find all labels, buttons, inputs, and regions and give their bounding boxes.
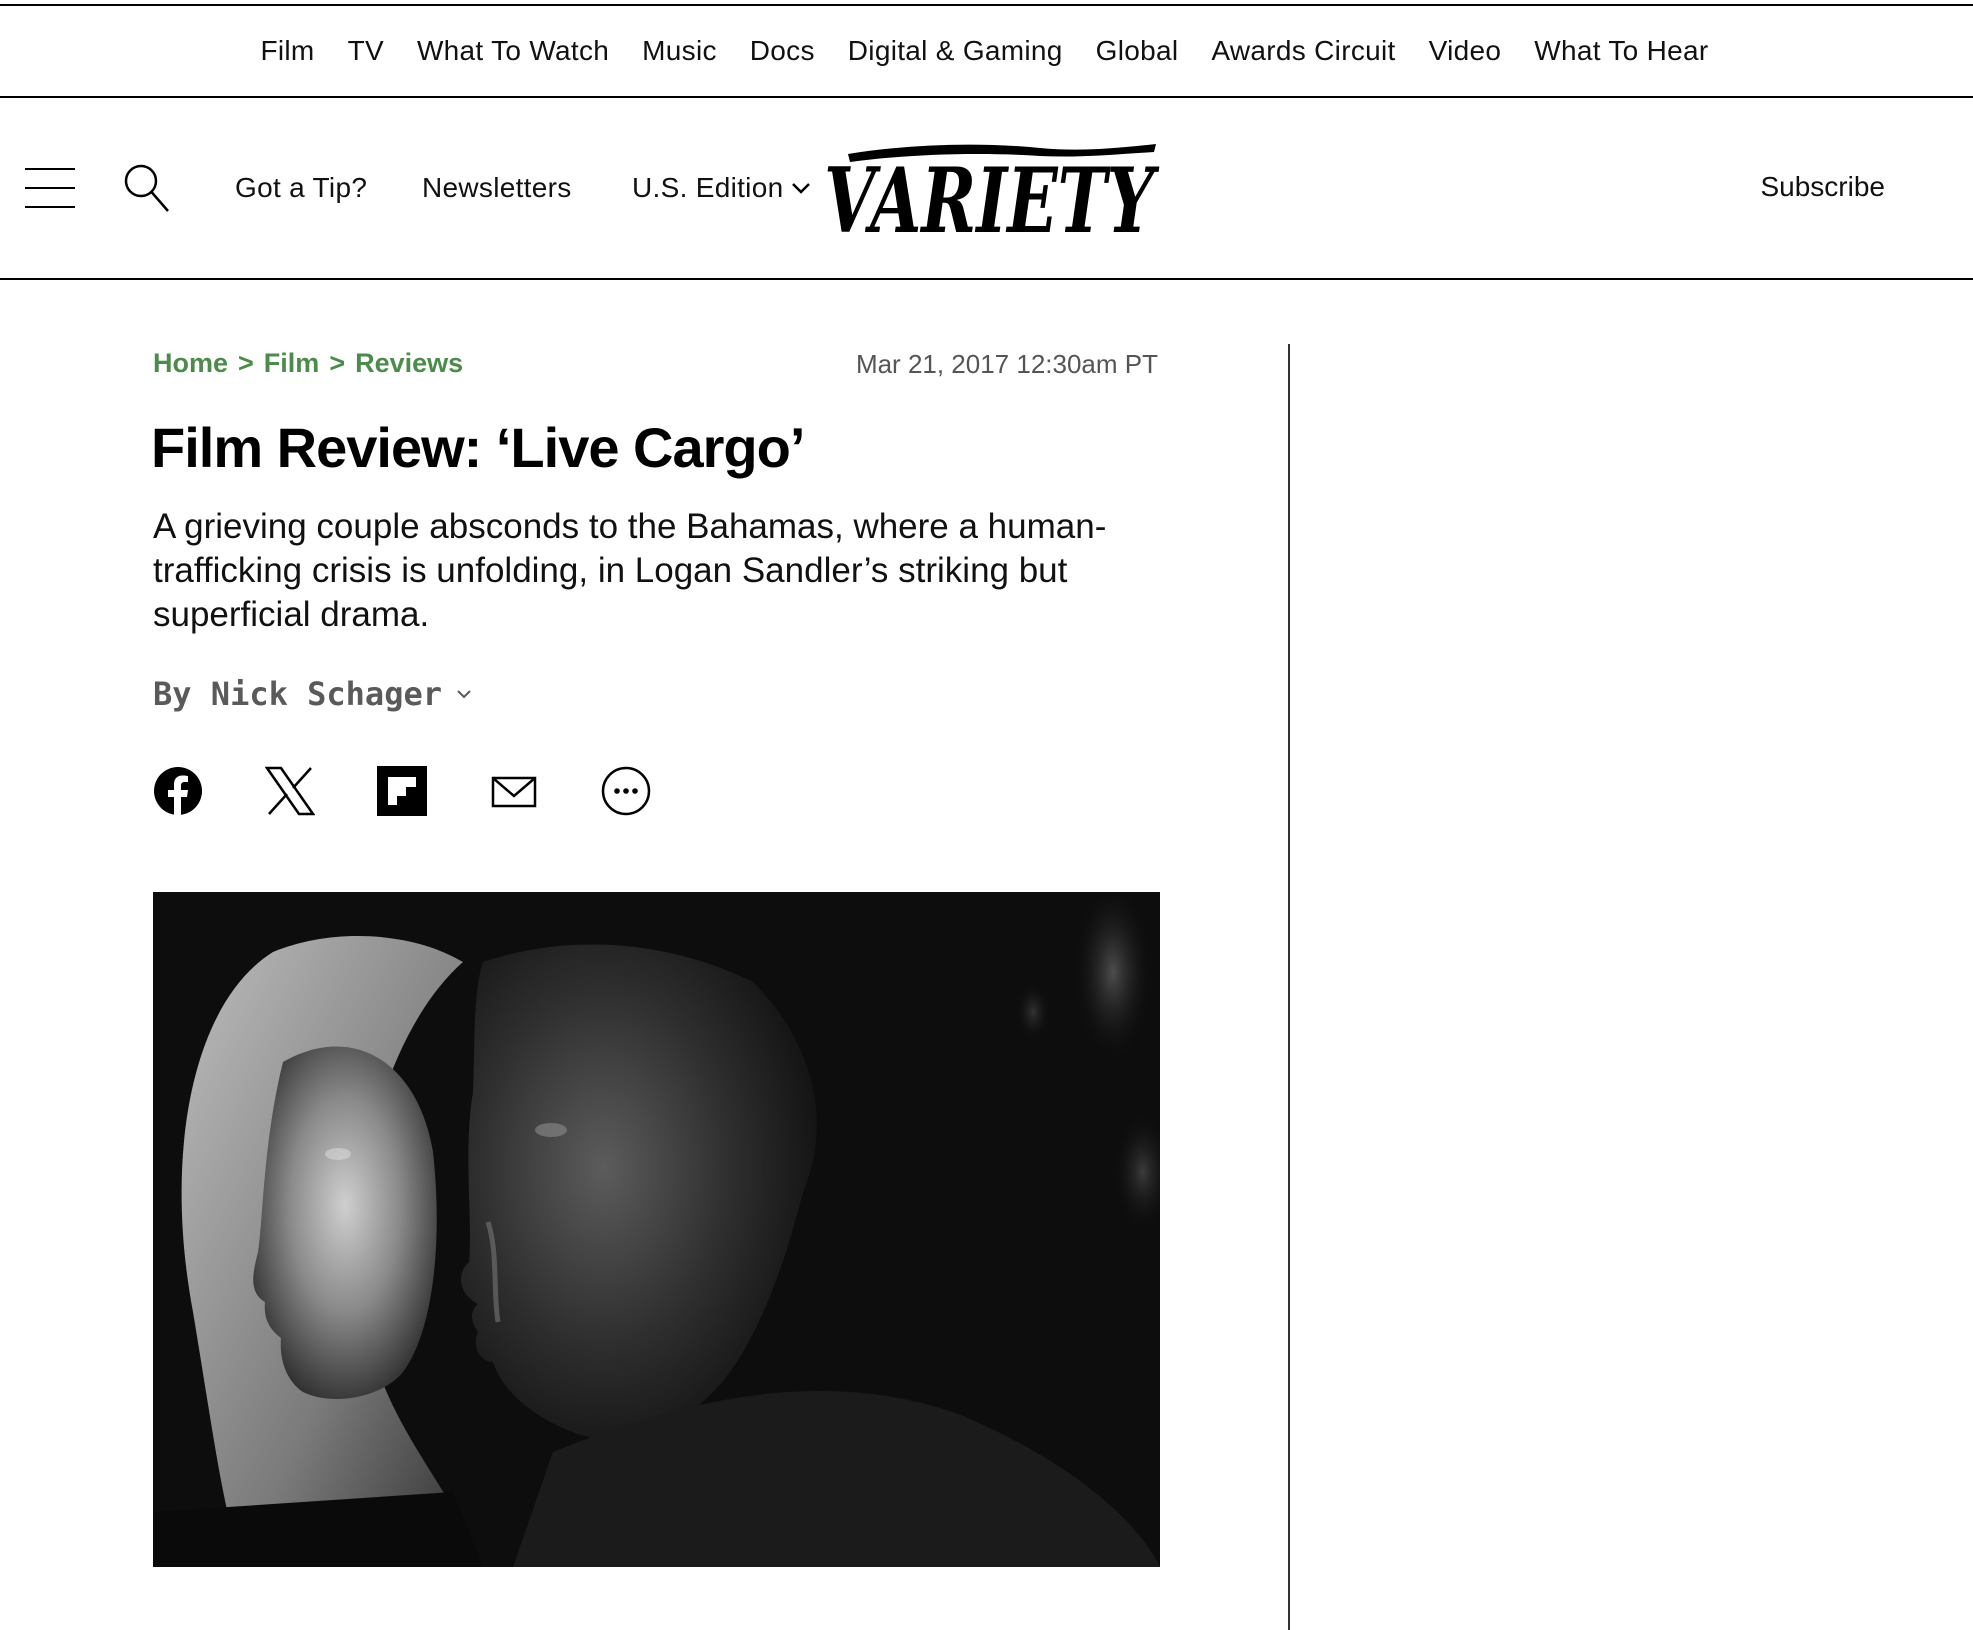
hamburger-menu-icon[interactable] xyxy=(25,168,75,208)
share-bar xyxy=(153,766,651,816)
email-icon[interactable] xyxy=(489,766,539,816)
breadcrumb-separator: > xyxy=(329,348,346,378)
subscribe-link[interactable]: Subscribe xyxy=(1760,171,1885,203)
article-timestamp: Mar 21, 2017 12:30am PT xyxy=(855,349,1158,379)
search-icon[interactable] xyxy=(122,162,172,214)
top-nav-item-film[interactable]: Film xyxy=(260,35,314,67)
site-header: Got a Tip? Newsletters U.S. Edition VARI… xyxy=(0,98,1973,280)
chevron-down-icon xyxy=(457,690,471,699)
breadcrumb-separator: > xyxy=(238,348,254,378)
flipboard-icon[interactable] xyxy=(377,766,427,816)
edition-selector[interactable]: U.S. Edition xyxy=(632,172,811,204)
article-title: Film Review: ‘Live Cargo’ xyxy=(151,416,805,479)
byline[interactable]: By Nick Schager xyxy=(153,675,472,713)
byline-author: By Nick Schager xyxy=(153,675,442,713)
top-nav-item-video[interactable]: Video xyxy=(1429,35,1502,67)
top-nav-item-global[interactable]: Global xyxy=(1096,35,1179,67)
svg-text:VARIETY: VARIETY xyxy=(824,148,1160,238)
top-nav-item-digital-gaming[interactable]: Digital & Gaming xyxy=(848,35,1063,67)
edition-label: U.S. Edition xyxy=(632,172,784,203)
top-nav-item-docs[interactable]: Docs xyxy=(750,35,815,67)
top-nav-item-music[interactable]: Music xyxy=(642,35,717,67)
article-dek: A grieving couple absconds to the Bahama… xyxy=(153,507,1107,634)
breadcrumb-home[interactable]: Home xyxy=(153,348,228,379)
got-a-tip-link[interactable]: Got a Tip? xyxy=(235,172,367,204)
facebook-icon[interactable] xyxy=(153,766,203,816)
hero-image xyxy=(153,892,1160,1567)
sidebar-divider xyxy=(1288,344,1290,1630)
x-icon[interactable] xyxy=(265,766,315,816)
breadcrumb-reviews[interactable]: Reviews xyxy=(355,348,463,379)
top-nav: Film TV What To Watch Music Docs Digital… xyxy=(0,4,1973,98)
variety-logo[interactable]: VARIETY xyxy=(820,138,1160,254)
top-nav-item-what-to-watch[interactable]: What To Watch xyxy=(417,35,609,67)
breadcrumb-film[interactable]: Film xyxy=(264,348,320,379)
more-icon[interactable] xyxy=(601,766,651,816)
newsletters-link[interactable]: Newsletters xyxy=(422,172,572,204)
chevron-down-icon xyxy=(792,183,811,194)
breadcrumb: Home > Film > Reviews xyxy=(153,348,463,379)
top-nav-item-tv[interactable]: TV xyxy=(348,35,384,67)
top-nav-item-awards-circuit[interactable]: Awards Circuit xyxy=(1211,35,1395,67)
top-nav-item-what-to-hear[interactable]: What To Hear xyxy=(1534,35,1708,67)
